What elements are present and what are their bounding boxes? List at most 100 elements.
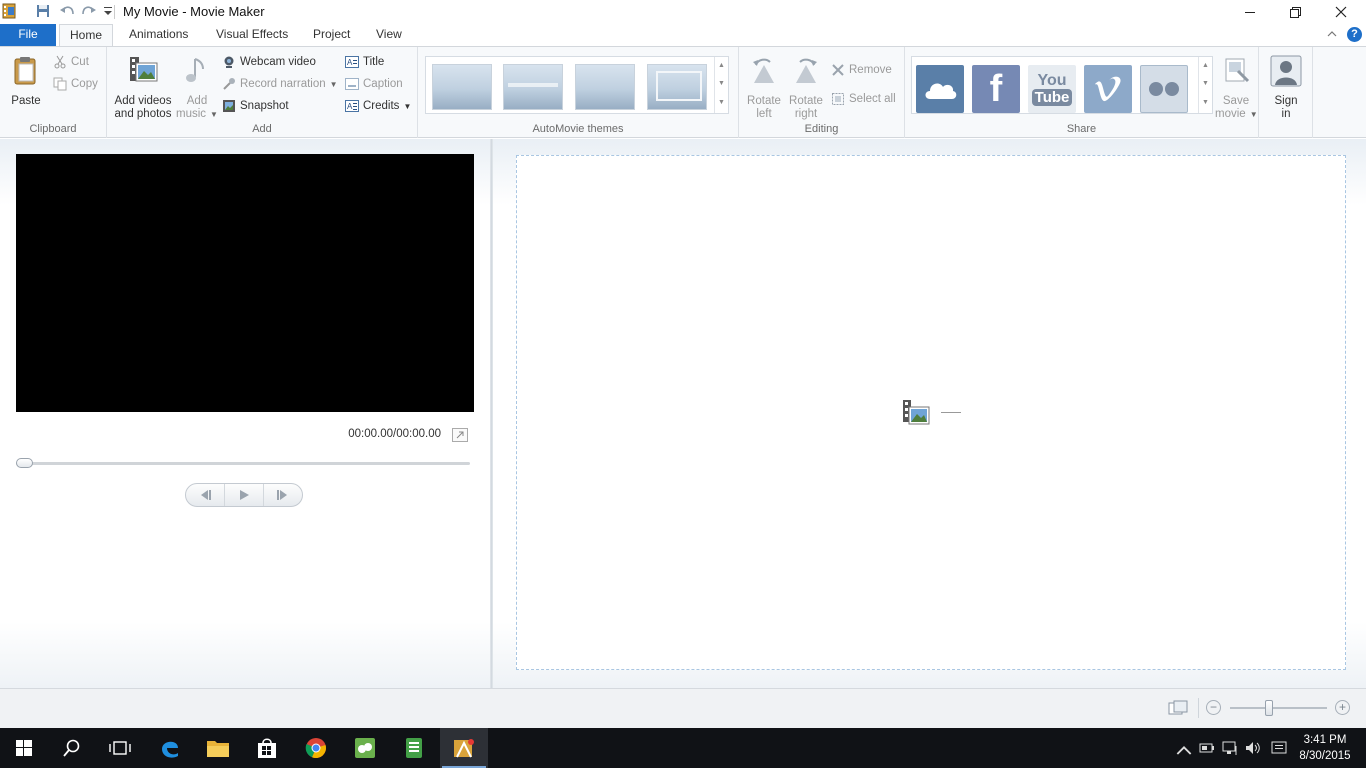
tab-project[interactable]: Project [303,24,360,46]
remove-button[interactable]: Remove [831,60,892,80]
play-button[interactable] [225,484,264,506]
action-center-icon[interactable] [1271,740,1287,756]
scroll-up-icon[interactable]: ▲ [715,57,728,75]
taskbar-store[interactable] [243,728,291,768]
green-app-icon [355,738,375,758]
add-videos-line2: and photos [114,108,172,120]
gallery-expand-icon[interactable]: ▼ [715,94,728,112]
facebook-tile[interactable]: f [972,65,1020,113]
share-gallery: f You Tube ▲ ▼ ▼ [911,56,1213,114]
copy-button[interactable]: Copy [53,74,98,94]
window-title: My Movie - Movie Maker [123,4,265,19]
tab-home[interactable]: Home [59,24,114,47]
previous-frame-button[interactable] [186,484,225,506]
task-view-button[interactable] [96,728,144,768]
theme-thumbnail[interactable] [432,64,492,110]
theme-thumbnail[interactable] [503,64,563,110]
taskbar-movie-maker[interactable] [440,728,488,768]
fullscreen-preview-button[interactable] [452,428,468,442]
network-icon[interactable] [1222,740,1238,756]
rotate-right-line1: Rotate [789,95,823,107]
customize-qat-icon[interactable] [103,4,113,18]
storyboard-area[interactable] [516,155,1346,670]
youtube-tile[interactable]: You Tube [1028,65,1076,113]
movie-maker-app-icon[interactable] [2,3,16,19]
title-button[interactable]: A Title [345,52,384,72]
webcam-label: Webcam video [240,56,316,68]
thumbnail-size-icon[interactable] [1168,700,1188,716]
add-videos-and-photos-button[interactable]: Add videos and photos [111,55,175,121]
minimize-icon [1245,12,1255,13]
record-narration-label: Record narration [240,78,326,90]
theme-thumbnail[interactable] [647,64,707,110]
scroll-down-icon[interactable]: ▼ [1199,75,1212,93]
playback-controls [185,483,303,507]
redo-icon[interactable] [81,4,97,18]
rotate-left-icon [753,58,774,83]
minimize-button[interactable] [1227,0,1273,24]
system-clock[interactable]: 3:41 PM 8/30/2015 [1297,732,1353,764]
rotate-right-button[interactable]: Rotate right [787,55,825,121]
add-music-button[interactable]: Add music ▼ [175,55,219,121]
save-movie-button[interactable]: Save movie ▼ [1215,55,1258,121]
search-button[interactable] [48,728,96,768]
taskbar-file-explorer[interactable] [194,728,242,768]
zoom-slider-track[interactable] [1230,707,1327,709]
vimeo-tile[interactable] [1084,65,1132,113]
tab-animations[interactable]: Animations [119,24,198,46]
scroll-up-icon[interactable]: ▲ [1199,57,1212,75]
cut-button[interactable]: Cut [53,52,89,72]
restore-icon [1289,6,1301,18]
start-button[interactable] [0,728,48,768]
editing-group: Rotate left Rotate right Remove Select a… [739,47,905,138]
volume-icon[interactable] [1245,740,1261,756]
seek-bar[interactable] [16,462,470,465]
tab-view[interactable]: View [366,24,412,46]
scroll-down-icon[interactable]: ▼ [715,75,728,93]
maximize-button[interactable] [1272,0,1318,24]
rotate-left-button[interactable]: Rotate left [745,55,783,121]
taskbar-edge[interactable] [146,728,194,768]
rotate-left-line1: Rotate [747,95,781,107]
storyboard-insertion-line [941,412,961,413]
rotate-left-line2: left [756,108,772,120]
select-all-button[interactable]: Select all [831,89,896,109]
taskbar-green-app[interactable] [341,728,389,768]
zoom-slider-thumb[interactable] [1264,700,1273,716]
snapshot-button[interactable]: Snapshot [222,96,289,116]
onedrive-tile[interactable] [916,65,964,113]
pane-splitter[interactable] [490,139,493,688]
next-frame-button[interactable] [264,484,302,506]
battery-icon[interactable] [1199,742,1215,754]
share-gallery-scroll[interactable]: ▲ ▼ ▼ [1198,57,1212,113]
sign-in-button[interactable]: Sign in [1265,55,1307,121]
seek-bar-thumb[interactable] [16,458,33,468]
taskbar-chrome[interactable] [292,728,340,768]
undo-icon[interactable] [59,4,75,18]
help-icon[interactable]: ? [1347,27,1362,42]
tab-visual-effects[interactable]: Visual Effects [206,24,298,46]
video-preview[interactable] [16,154,474,412]
zoom-in-button[interactable]: + [1335,700,1350,715]
webcam-video-button[interactable]: Webcam video [222,52,316,72]
select-all-icon [832,93,844,105]
caption-button[interactable]: Caption [345,74,403,94]
flickr-tile[interactable] [1140,65,1188,113]
record-narration-button[interactable]: Record narration ▼ [222,74,338,94]
credits-button[interactable]: A Credits ▼ [345,96,411,116]
zoom-out-button[interactable]: − [1206,700,1221,715]
sign-in-line1: Sign [1274,95,1298,107]
add-videos-and-photos-placeholder-icon[interactable] [902,399,930,427]
task-view-icon [109,741,131,755]
collapse-ribbon-icon[interactable] [1327,30,1337,38]
ribbon-tabs: File Home Animations Visual Effects Proj… [0,24,1366,47]
paste-button[interactable]: Paste [6,55,46,108]
close-button[interactable] [1318,0,1364,24]
save-icon[interactable] [36,4,50,18]
theme-thumbnail[interactable] [575,64,635,110]
gallery-expand-icon[interactable]: ▼ [1199,94,1212,112]
taskbar-notepad[interactable] [390,728,438,768]
themes-gallery-scroll[interactable]: ▲ ▼ ▼ [714,57,728,113]
show-hidden-icons-icon[interactable] [1176,742,1192,758]
tab-file[interactable]: File [0,24,56,46]
